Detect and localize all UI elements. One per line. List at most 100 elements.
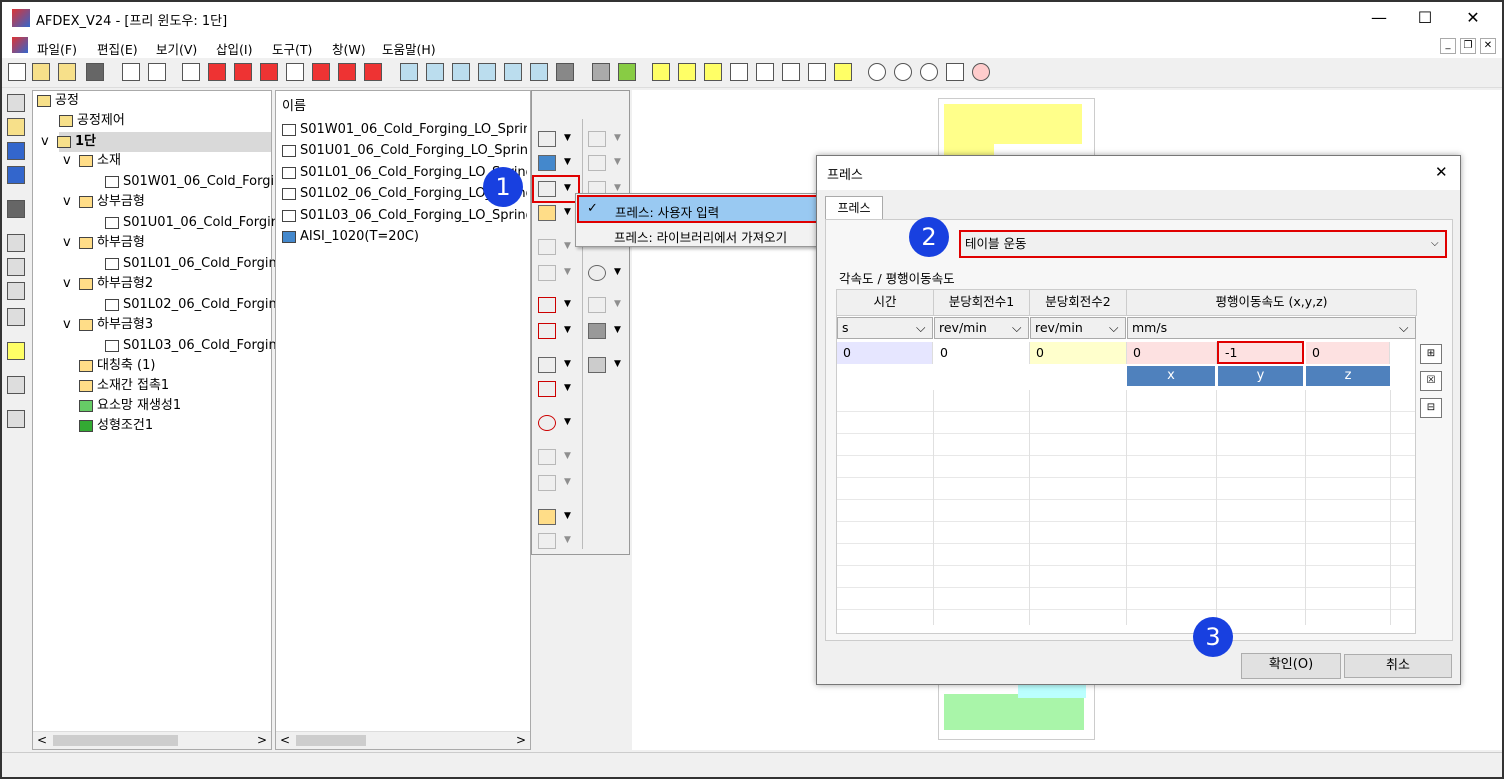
tree-item[interactable]: S01U01_06_Cold_Forgir — [105, 213, 276, 233]
close-button[interactable]: ✕ — [1450, 2, 1496, 34]
mdi-restore-button[interactable]: ❐ — [1460, 38, 1476, 54]
cube-red-5-icon[interactable] — [312, 63, 330, 81]
tree-item[interactable]: 요소망 재생성1 — [79, 396, 181, 416]
chevron-down-icon[interactable]: ▼ — [564, 511, 571, 521]
list-item[interactable]: S01W01_06_Cold_Forging_LO_Spring — [282, 119, 527, 140]
scroll-right-icon[interactable]: > — [516, 733, 526, 747]
menu-tools[interactable]: 도구(T) — [272, 39, 312, 58]
chevron-down-icon[interactable]: ▼ — [564, 451, 571, 461]
gear-disabled-2-icon[interactable] — [538, 265, 556, 281]
hand-icon[interactable] — [7, 118, 25, 136]
grid-cube-icon[interactable] — [756, 63, 774, 81]
expander-icon[interactable]: v — [63, 192, 79, 212]
chevron-down-icon[interactable]: ▼ — [614, 325, 621, 335]
measure-icon[interactable] — [7, 308, 25, 326]
add-row-icon[interactable]: ⊞ — [1420, 344, 1442, 364]
tree-item[interactable]: S01L02_06_Cold_Forgin — [105, 295, 277, 315]
chevron-down-icon[interactable]: ▼ — [614, 359, 621, 369]
zoom-fit-icon[interactable] — [920, 63, 938, 81]
chevron-down-icon[interactable]: ▼ — [564, 241, 571, 251]
cube-blue-3-icon[interactable] — [452, 63, 470, 81]
tree-item[interactable]: S01W01_06_Cold_Forgi — [105, 172, 274, 192]
expander-icon[interactable]: v — [63, 233, 79, 253]
scroll-left-icon[interactable]: < — [280, 733, 290, 747]
insert-row-icon[interactable]: ⊟ — [1420, 398, 1442, 418]
mdi-minimize-button[interactable]: _ — [1440, 38, 1456, 54]
cube-red-3-icon[interactable] — [260, 63, 278, 81]
chevron-down-icon[interactable]: ▼ — [564, 133, 571, 143]
frame-disabled-icon[interactable] — [588, 131, 606, 147]
cancel-button[interactable]: 취소 — [1344, 654, 1452, 678]
new-file-icon[interactable] — [8, 63, 26, 81]
monitor-2-icon[interactable] — [7, 166, 25, 184]
scroll-thumb[interactable] — [296, 735, 366, 746]
condition-tool-icon[interactable] — [538, 381, 556, 397]
chevron-down-icon[interactable]: ▼ — [564, 207, 571, 217]
chevron-down-icon[interactable]: ▼ — [564, 157, 571, 167]
cube-red-4-icon[interactable] — [286, 63, 304, 81]
tree-item[interactable]: 소재간 접촉1 — [79, 376, 169, 396]
cube-stack-icon[interactable] — [834, 63, 852, 81]
tree-item[interactable]: S01L01_06_Cold_Forgin — [105, 254, 277, 274]
color-palette-icon[interactable] — [618, 63, 636, 81]
cell-vx[interactable]: 0 — [1127, 342, 1217, 364]
cube-view-icon[interactable] — [182, 63, 200, 81]
tree-item[interactable]: v 소재 — [63, 151, 121, 171]
shape-tool-icon[interactable] — [588, 323, 606, 339]
list-horizontal-scrollbar[interactable]: < > — [276, 731, 530, 749]
tree-item[interactable]: 공정 — [37, 91, 79, 111]
tree-item[interactable]: v 1단 — [41, 132, 96, 152]
export-icon[interactable] — [148, 63, 166, 81]
list-item[interactable]: AISI_1020(T=20C) — [282, 226, 527, 247]
hatch-tool-icon[interactable] — [588, 357, 606, 373]
unit-select-rpm1[interactable]: rev/min ⌵ — [934, 317, 1029, 339]
zoom-in-icon[interactable] — [894, 63, 912, 81]
yellow-grid-cube-icon[interactable] — [704, 63, 722, 81]
remesh-tool-icon[interactable] — [538, 357, 556, 373]
list-item[interactable]: S01L03_06_Cold_Forging_LO_Spring — [282, 205, 527, 226]
tree-item[interactable]: v 하부금형 — [63, 233, 145, 253]
cell-time[interactable]: 0 — [837, 342, 933, 364]
scroll-right-icon[interactable]: > — [257, 733, 267, 747]
cell-vy[interactable]: -1 — [1217, 341, 1304, 364]
dual-panel-icon[interactable] — [7, 342, 25, 360]
zoom-out-icon[interactable] — [868, 63, 886, 81]
tree-item[interactable]: v 하부금형3 — [63, 315, 153, 335]
chevron-down-icon[interactable]: ▼ — [564, 359, 571, 369]
tree-item[interactable]: S01L03_06_Cold_Forgin — [105, 336, 277, 356]
user-node-icon[interactable] — [7, 376, 25, 394]
rotate-icon[interactable] — [504, 63, 522, 81]
disabled-tool-2-icon[interactable] — [538, 475, 556, 491]
cube-red-7-icon[interactable] — [364, 63, 382, 81]
open-file-icon[interactable] — [32, 63, 50, 81]
cube-blue-4-icon[interactable] — [478, 63, 496, 81]
cube-blue-1-icon[interactable] — [400, 63, 418, 81]
scroll-thumb[interactable] — [53, 735, 178, 746]
tab-press[interactable]: 프레스 — [825, 196, 883, 220]
chevron-down-icon[interactable]: ▼ — [614, 183, 621, 193]
menu-view[interactable]: 보기(V) — [156, 39, 197, 58]
layout-icon[interactable] — [7, 234, 25, 252]
chevron-down-icon[interactable]: ▼ — [564, 535, 571, 545]
menu-window[interactable]: 창(W) — [332, 39, 366, 58]
unit-select-velocity[interactable]: mm/s ⌵ — [1127, 317, 1416, 339]
unit-select-time[interactable]: s ⌵ — [837, 317, 933, 339]
menu-file[interactable]: 파일(F) — [37, 39, 77, 58]
chevron-down-icon[interactable]: ▼ — [614, 133, 621, 143]
save-icon[interactable] — [86, 63, 104, 81]
menu-help[interactable]: 도움말(H) — [382, 39, 436, 58]
dialog-close-button[interactable]: ✕ — [1435, 163, 1448, 181]
disabled-tool-icon[interactable] — [538, 449, 556, 465]
minimize-button[interactable]: — — [1356, 2, 1402, 34]
tree-item[interactable]: 공정제어 — [59, 111, 125, 131]
workpiece-tool-icon[interactable] — [538, 131, 556, 147]
axis-disabled-icon[interactable] — [538, 533, 556, 549]
scroll-left-icon[interactable]: < — [37, 733, 47, 747]
tree-view-icon[interactable] — [7, 94, 25, 112]
expander-icon[interactable]: v — [63, 274, 79, 294]
tree-horizontal-scrollbar[interactable]: < > — [33, 731, 271, 749]
maximize-button[interactable]: ☐ — [1402, 2, 1448, 34]
expander-icon[interactable]: v — [41, 132, 57, 152]
cube-outline-icon[interactable] — [782, 63, 800, 81]
cube-refresh-icon[interactable] — [808, 63, 826, 81]
